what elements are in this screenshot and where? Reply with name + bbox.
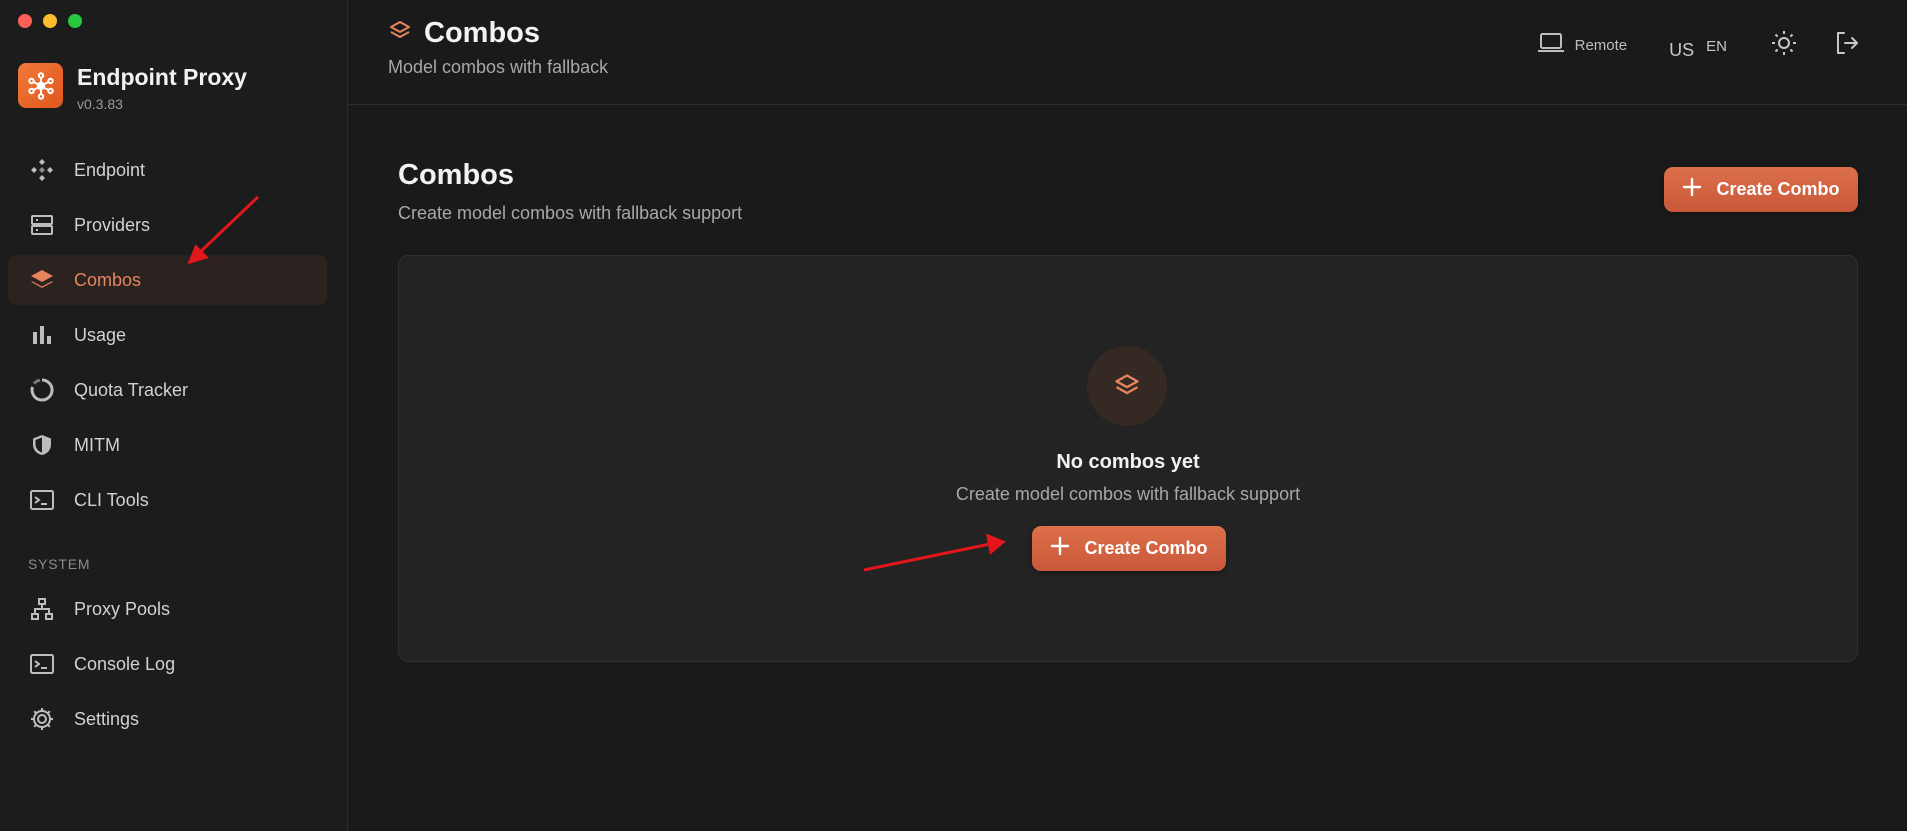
ring-gauge-icon <box>28 376 56 404</box>
sidebar-item-settings[interactable]: Settings <box>8 694 327 744</box>
window-controls <box>18 14 82 28</box>
shield-icon <box>28 431 56 459</box>
sidebar-item-label: Endpoint <box>74 159 146 180</box>
sun-icon <box>1770 29 1798 62</box>
header-actions: Remote US EN <box>1537 30 1862 60</box>
sidebar-item-label: Settings <box>74 708 140 729</box>
header-title-row: Combos <box>388 17 540 50</box>
create-combo-button[interactable]: Create Combo <box>1664 167 1858 212</box>
gear-icon <box>28 705 56 733</box>
create-combo-label: Create Combo <box>1084 538 1208 558</box>
terminal-icon <box>28 486 56 514</box>
sidebar-item-usage[interactable]: Usage <box>8 310 327 360</box>
brand: Endpoint Proxy v0.3.83 <box>18 63 247 112</box>
sidebar-system-nav: Proxy Pools Console Log Settings <box>8 584 327 749</box>
sidebar-item-endpoint[interactable]: Endpoint <box>8 145 327 195</box>
bar-chart-icon <box>28 321 56 349</box>
language-selector[interactable]: US EN <box>1669 35 1727 60</box>
sidebar-item-cli-tools[interactable]: CLI Tools <box>8 475 327 525</box>
window-minimize-button[interactable] <box>43 14 57 28</box>
layers-icon <box>388 19 412 48</box>
logout-button[interactable] <box>1832 30 1862 60</box>
network-hub-icon <box>18 63 63 108</box>
sidebar-item-mitm[interactable]: MITM <box>8 420 327 470</box>
window-close-button[interactable] <box>18 14 32 28</box>
sidebar-item-label: Providers <box>74 214 151 235</box>
header-title: Combos <box>424 17 540 49</box>
create-combo-button-empty-state[interactable]: Create Combo <box>1032 526 1226 571</box>
sidebar: Endpoint Proxy v0.3.83 Endpoint Provider… <box>0 0 348 831</box>
console-icon <box>28 650 56 678</box>
window-maximize-button[interactable] <box>68 14 82 28</box>
server-icon <box>28 211 56 239</box>
sidebar-nav: Endpoint Providers Combos Usage Quota Tr… <box>8 145 327 530</box>
sidebar-item-combos[interactable]: Combos <box>8 255 327 305</box>
sidebar-item-proxy-pools[interactable]: Proxy Pools <box>8 584 327 634</box>
app-name: Endpoint Proxy <box>77 64 247 90</box>
sidebar-item-label: Proxy Pools <box>74 598 171 619</box>
laptop-icon <box>1537 32 1565 58</box>
remote-label: Remote <box>1574 36 1628 54</box>
create-combo-label: Create Combo <box>1716 179 1840 199</box>
empty-state-card: No combos yet Create model combos with f… <box>398 255 1858 662</box>
sidebar-item-label: Usage <box>74 324 127 345</box>
empty-state-subtitle: Create model combos with fallback suppor… <box>955 484 1301 504</box>
sidebar-item-label: Combos <box>74 269 142 290</box>
sidebar-item-label: Quota Tracker <box>74 379 189 400</box>
plus-icon <box>1050 536 1070 561</box>
sidebar-item-console-log[interactable]: Console Log <box>8 639 327 689</box>
layers-icon <box>1087 346 1167 426</box>
page-title: Combos <box>398 159 514 191</box>
flag-icon: US <box>1669 39 1695 60</box>
app-version: v0.3.83 <box>77 96 123 112</box>
sidebar-item-label: Console Log <box>74 653 176 674</box>
plus-icon <box>1682 177 1702 202</box>
logout-icon <box>1834 30 1860 61</box>
remote-button[interactable]: Remote <box>1537 32 1628 58</box>
sidebar-item-label: CLI Tools <box>74 489 149 510</box>
top-header: Combos Model combos with fallback Remote… <box>348 0 1907 105</box>
sidebar-item-quota-tracker[interactable]: Quota Tracker <box>8 365 327 415</box>
header-subtitle: Model combos with fallback <box>388 57 609 77</box>
sidebar-section-system: SYSTEM <box>28 556 91 572</box>
sitemap-icon <box>28 595 56 623</box>
page-subtitle: Create model combos with fallback suppor… <box>398 203 743 223</box>
layers-icon <box>28 266 56 294</box>
empty-state-title: No combos yet <box>1056 451 1200 473</box>
endpoint-icon <box>28 156 56 184</box>
sidebar-item-label: MITM <box>74 434 120 455</box>
theme-toggle-button[interactable] <box>1769 30 1799 60</box>
language-code: EN <box>1706 37 1727 55</box>
sidebar-item-providers[interactable]: Providers <box>8 200 327 250</box>
